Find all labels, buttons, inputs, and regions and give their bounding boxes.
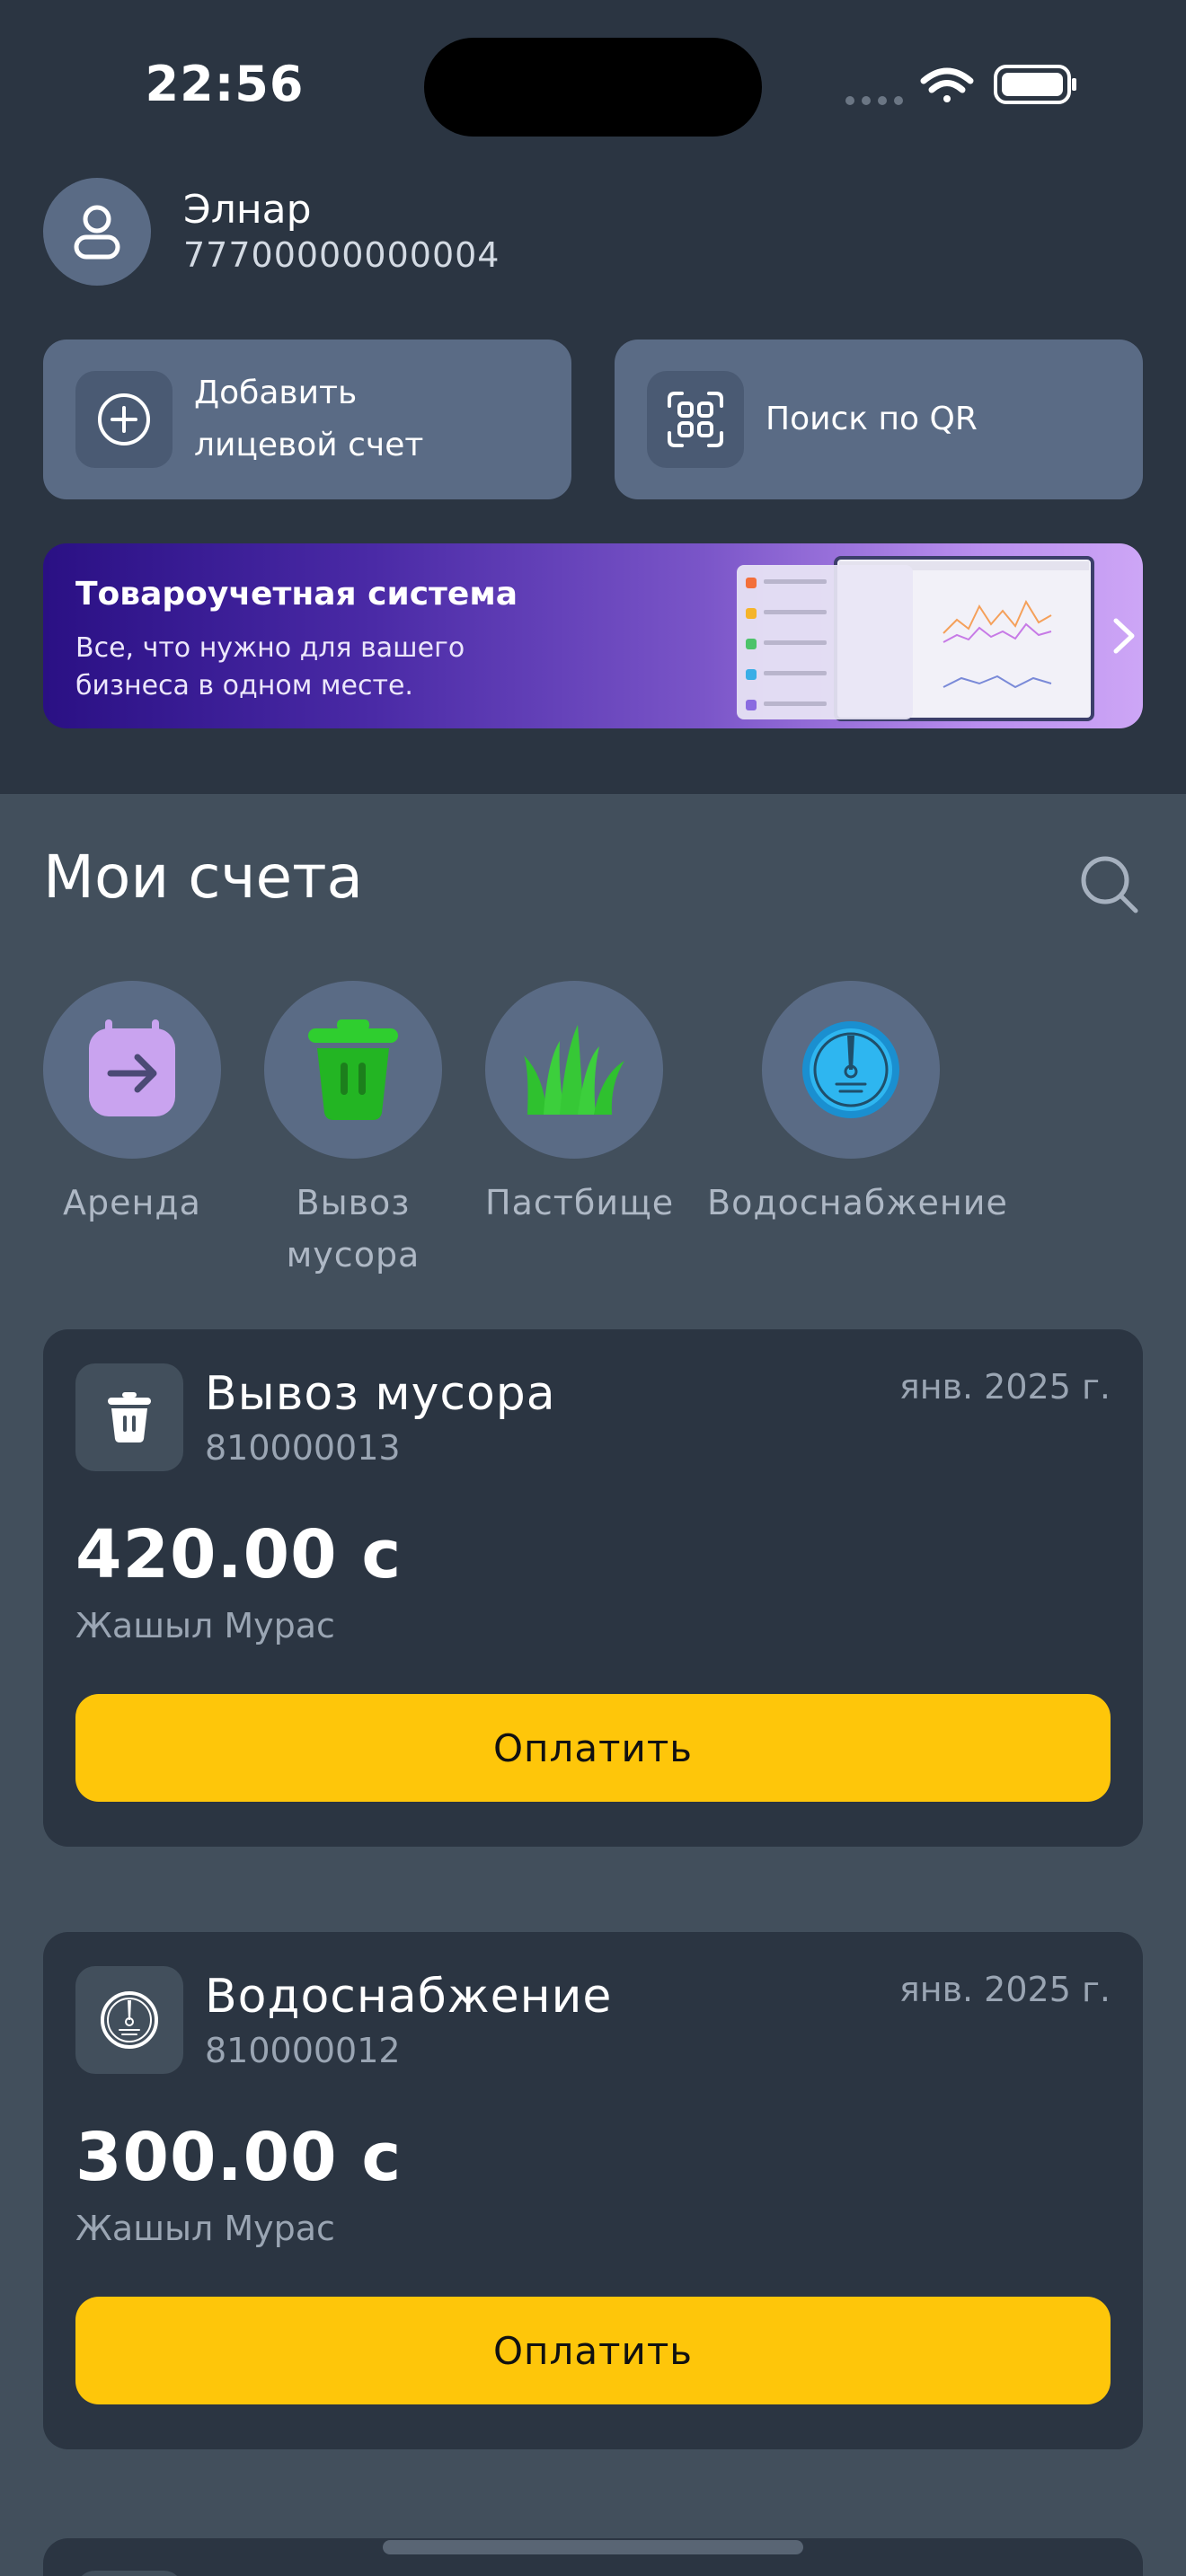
promo-banner[interactable]: Товароучетная система Все, что нужно для… bbox=[43, 543, 1143, 728]
banner-text-line1: Все, что нужно для вашего bbox=[75, 632, 465, 664]
cellular-signal-icon bbox=[845, 96, 903, 105]
category-garbage-label-line1: Вывоз bbox=[296, 1183, 411, 1222]
bill-date: янв. 2025 г. bbox=[898, 1970, 1111, 2009]
category-rent-circle[interactable] bbox=[43, 981, 221, 1159]
pay-button[interactable]: Оплатить bbox=[75, 2297, 1111, 2404]
bill-provider: Жашыл Мурас bbox=[75, 1606, 335, 1645]
dynamic-island bbox=[424, 38, 762, 137]
chevron-right-icon bbox=[1113, 618, 1135, 654]
category-pasture-label: Пастбище bbox=[485, 1177, 675, 1229]
category-water-label-line1: Водоснабжение bbox=[707, 1183, 1008, 1222]
category-rent-label-line1: Аренда bbox=[63, 1183, 201, 1222]
banner-title: Товароучетная система bbox=[75, 576, 518, 613]
bill-account-number: 810000013 bbox=[205, 1428, 401, 1468]
search-icon[interactable] bbox=[1078, 853, 1141, 916]
category-garbage-label: Вывоз мусора bbox=[264, 1177, 442, 1281]
user-icon bbox=[74, 205, 120, 260]
add-account-button[interactable]: Добавить лицевой счет bbox=[43, 340, 571, 499]
bill-title: Водоснабжение bbox=[205, 1970, 613, 2024]
bill-amount: 300.00 с bbox=[75, 2119, 403, 2196]
category-rent-label: Аренда bbox=[43, 1177, 221, 1229]
qr-search-button[interactable]: Поиск по QR bbox=[615, 340, 1143, 499]
bill-account-number: 810000012 bbox=[205, 2031, 401, 2070]
bill-title: Вывоз мусора bbox=[205, 1367, 556, 1421]
user-avatar[interactable] bbox=[43, 178, 151, 286]
pay-button[interactable]: Оплатить bbox=[75, 1694, 1111, 1802]
trash-bin-icon bbox=[75, 1363, 183, 1471]
status-time: 22:56 bbox=[145, 56, 305, 112]
trash-bin-icon bbox=[308, 1019, 398, 1120]
category-water-label: Водоснабжение bbox=[707, 1177, 1008, 1229]
water-meter-icon bbox=[802, 1021, 899, 1118]
category-water-circle[interactable] bbox=[762, 981, 940, 1159]
water-meter-icon bbox=[75, 1966, 183, 2074]
user-phone: 77700000000004 bbox=[183, 235, 500, 275]
bill-icon-partial bbox=[75, 2571, 183, 2576]
plus-circle-icon bbox=[75, 371, 173, 468]
wifi-icon bbox=[920, 67, 974, 102]
bill-amount: 420.00 с bbox=[75, 1516, 403, 1593]
rent-calendar-icon bbox=[89, 1019, 175, 1116]
header-panel: 22:56 Элнар 77700000000004 Добавить лице… bbox=[0, 0, 1186, 794]
add-account-label-line1: Добавить bbox=[194, 375, 358, 411]
banner-text: Все, что нужно для вашего бизнеса в одно… bbox=[75, 630, 543, 705]
bill-card[interactable]: Вывоз мусора 810000013 янв. 2025 г. 420.… bbox=[43, 1329, 1143, 1847]
user-name: Элнар bbox=[183, 187, 312, 233]
status-icons bbox=[845, 65, 1076, 105]
home-indicator[interactable] bbox=[383, 2540, 803, 2554]
category-garbage-circle[interactable] bbox=[264, 981, 442, 1159]
dashboard-preview-image bbox=[737, 556, 1094, 721]
grass-icon bbox=[524, 1025, 624, 1115]
qr-scan-icon bbox=[647, 371, 744, 468]
bill-provider: Жашыл Мурас bbox=[75, 2209, 335, 2248]
category-garbage-label-line2: мусора bbox=[286, 1235, 420, 1275]
category-pasture-label-line1: Пастбище bbox=[485, 1183, 675, 1222]
add-account-label-line2: лицевой счет bbox=[194, 427, 424, 463]
bill-card[interactable]: Водоснабжение 810000012 янв. 2025 г. 300… bbox=[43, 1932, 1143, 2449]
section-title: Мои счета bbox=[43, 842, 363, 912]
bill-date: янв. 2025 г. bbox=[898, 1367, 1111, 1407]
battery-icon bbox=[994, 65, 1076, 104]
qr-search-label: Поиск по QR bbox=[766, 401, 978, 437]
banner-text-line2: бизнеса в одном месте. bbox=[75, 670, 413, 701]
category-pasture-circle[interactable] bbox=[485, 981, 663, 1159]
